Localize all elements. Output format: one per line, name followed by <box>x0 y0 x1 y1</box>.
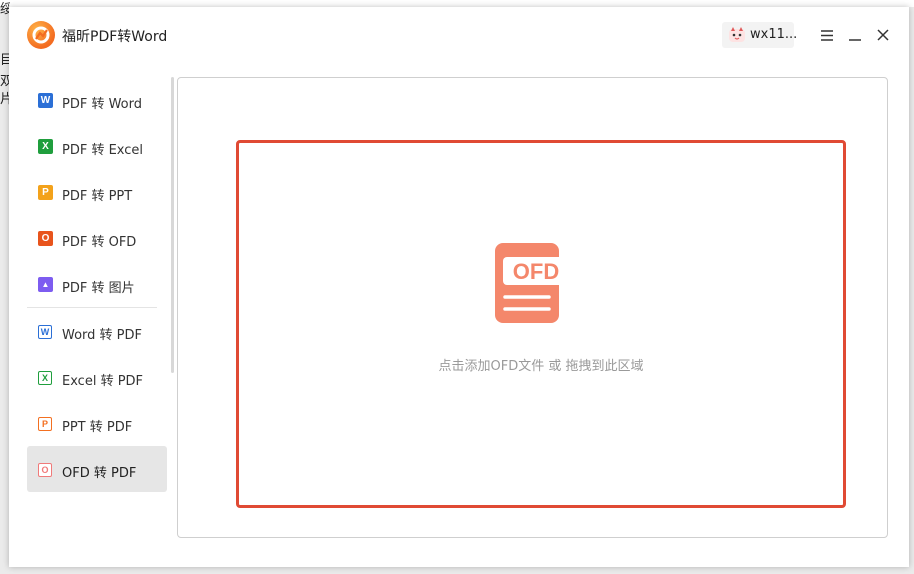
sidebar-item-label: PPT 转 PDF <box>62 420 133 435</box>
minimize-button[interactable] <box>845 25 865 45</box>
image-icon: ▲ <box>38 277 53 292</box>
sidebar-item-pdf-to-ofd[interactable]: O PDF 转 OFD <box>27 215 167 261</box>
ofd-file-icon: OFD <box>495 243 569 323</box>
sidebar-item-label: Word 转 PDF <box>62 328 143 343</box>
sidebar-item-label: PDF 转 PPT <box>62 189 133 204</box>
sidebar-item-label: PDF 转 图片 <box>62 281 135 296</box>
ofd-to-pdf-icon: O <box>38 463 52 477</box>
sidebar-item-ppt-to-pdf[interactable]: P PPT 转 PDF <box>27 400 167 446</box>
sidebar-item-excel-to-pdf[interactable]: X Excel 转 PDF <box>27 354 167 400</box>
drop-zone-hint: 点击添加OFD文件 或 拖拽到此区域 <box>438 359 644 374</box>
excel-icon: X <box>38 139 53 154</box>
app-title: 福昕PDF转Word <box>62 29 168 45</box>
close-button[interactable] <box>873 25 893 45</box>
close-icon <box>877 29 889 41</box>
word-icon: W <box>38 93 53 108</box>
title-bar: 福昕PDF转Word wx11... <box>9 7 909 65</box>
sidebar-item-pdf-to-image[interactable]: ▲ PDF 转 图片 <box>27 261 167 307</box>
content-panel: OFD 点击添加OFD文件 或 拖拽到此区域 <box>177 77 888 538</box>
sidebar-item-label: Excel 转 PDF <box>62 374 144 389</box>
sidebar-item-pdf-to-ppt[interactable]: P PDF 转 PPT <box>27 169 167 215</box>
sidebar-item-pdf-to-word[interactable]: W PDF 转 Word <box>27 77 167 123</box>
minimize-icon <box>849 39 861 41</box>
excel-to-pdf-icon: X <box>38 371 52 385</box>
sidebar-item-label: PDF 转 OFD <box>62 235 137 250</box>
username: wx11... <box>750 27 798 42</box>
sidebar-scrollbar[interactable] <box>171 77 174 373</box>
sidebar-item-word-to-pdf[interactable]: W Word 转 PDF <box>27 308 167 354</box>
ppt-to-pdf-icon: P <box>38 417 52 431</box>
sidebar-item-pdf-to-excel[interactable]: X PDF 转 Excel <box>27 123 167 169</box>
avatar-icon <box>729 27 745 42</box>
app-logo-icon <box>27 21 55 49</box>
sidebar-item-ofd-to-pdf[interactable]: O OFD 转 PDF <box>27 446 167 492</box>
sidebar-item-label: PDF 转 Excel <box>62 143 144 158</box>
ofd-icon: O <box>38 231 53 246</box>
sidebar-item-label: PDF 转 Word <box>62 97 143 112</box>
background-window-strip <box>0 0 914 7</box>
hamburger-menu-icon <box>821 30 833 41</box>
word-to-pdf-icon: W <box>38 325 52 339</box>
file-drop-zone[interactable]: OFD 点击添加OFD文件 或 拖拽到此区域 <box>236 140 846 508</box>
menu-button[interactable] <box>817 25 837 45</box>
app-window: 福昕PDF转Word wx11... W PDF 转 Word X PDF 转 … <box>9 7 909 567</box>
sidebar-item-label: OFD 转 PDF <box>62 466 137 481</box>
conversion-sidebar: W PDF 转 Word X PDF 转 Excel P PDF 转 PPT O… <box>27 77 167 492</box>
ppt-icon: P <box>38 185 53 200</box>
user-account-button[interactable]: wx11... <box>722 22 798 48</box>
ofd-icon-text: OFD <box>513 259 559 284</box>
